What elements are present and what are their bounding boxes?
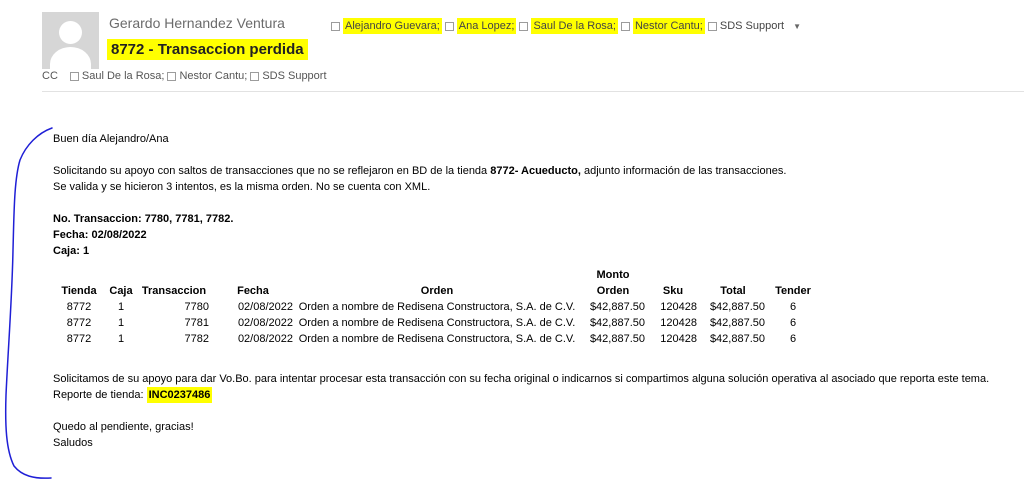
column-header: Sku [662, 285, 684, 297]
closing-regards: Saludos [53, 437, 93, 449]
table-cell: 6 [789, 301, 797, 313]
table-row: 8772 1 7780 02/08/2022 Orden a nombre de… [53, 299, 819, 315]
recipient-checkbox-icon [331, 21, 340, 31]
email-subject: 8772 - Transaccion perdida [107, 39, 308, 60]
recipient-alejandro[interactable]: Alejandro Guevara; [331, 18, 442, 34]
recipient-name: Saul De la Rosa; [531, 18, 618, 34]
column-header: Monto Orden [596, 269, 630, 297]
body-paragraph-2: Se valida y se hicieron 3 intentos, es l… [53, 181, 431, 193]
table-cell: 8772 [66, 333, 92, 345]
store-report: Reporte de tienda: INC0237486 [53, 387, 213, 403]
recipient-checkbox-icon [444, 21, 454, 31]
recipient-checkbox-icon [620, 21, 630, 31]
sender-name[interactable]: Gerardo Hernandez Ventura [109, 15, 285, 31]
table-cell: $42,887.50 [709, 301, 765, 313]
column-header: Total [720, 285, 746, 297]
sender-avatar[interactable] [42, 12, 99, 69]
table-cell: 7782 [184, 333, 209, 345]
table-cell: 7780 [184, 301, 209, 313]
column-header: Orden [420, 285, 454, 297]
table-row: 8772 1 7781 02/08/2022 Orden a nombre de… [53, 315, 819, 331]
recipient-name: Nestor Cantu; [632, 18, 705, 34]
recipient-name: Ana Lopez; [456, 18, 517, 34]
recipient-sds-support[interactable]: SDS Support [707, 20, 785, 32]
to-recipients: Alejandro Guevara; Ana Lopez; Saul De la… [331, 18, 801, 34]
table-cell: $42,887.50 [589, 301, 645, 313]
recipient-checkbox-icon [707, 21, 717, 31]
table-cell: $42,887.50 [589, 333, 645, 345]
email-header: Gerardo Hernandez Ventura Alejandro Guev… [0, 0, 1024, 92]
table-cell: Orden a nombre de Redisena Constructora,… [298, 301, 576, 313]
table-cell: 8772 [66, 301, 92, 313]
recipient-checkbox-icon [69, 71, 79, 81]
column-header: Caja [109, 285, 133, 297]
column-header: Fecha [237, 285, 269, 297]
table-cell: Orden a nombre de Redisena Constructora,… [298, 333, 576, 345]
avatar-body-shape [50, 47, 91, 69]
column-header: Tender [775, 285, 811, 297]
recipient-saul[interactable]: Saul De la Rosa; [519, 18, 618, 34]
table-cell: 1 [117, 317, 125, 329]
cc-recipients: CC Saul De la Rosa; Nestor Cantu; SDS Su… [42, 70, 330, 82]
avatar-head-shape [59, 21, 82, 44]
table-header-row: Tienda Caja Transaccion Fecha Orden Mont… [53, 267, 819, 299]
table-cell: 6 [789, 333, 797, 345]
recipient-name: SDS Support [262, 70, 327, 82]
table-cell: 02/08/2022 [237, 301, 293, 313]
greeting: Buen día Alejandro/Ana [53, 133, 169, 145]
table-cell: 7781 [184, 317, 209, 329]
email-body: Buen día Alejandro/Ana Solicitando su ap… [53, 131, 1013, 451]
recipient-ana[interactable]: Ana Lopez; [444, 18, 517, 34]
table-cell: $42,887.50 [709, 317, 765, 329]
transaction-numbers: No. Transaccion: 7780, 7781, 7782. [53, 213, 234, 225]
recipient-name: Alejandro Guevara; [343, 18, 442, 34]
table-cell: 6 [789, 317, 797, 329]
cc-recipient-nestor[interactable]: Nestor Cantu; [167, 70, 247, 82]
closing-thanks: Quedo al pendiente, gracias! [53, 421, 194, 433]
table-cell: $42,887.50 [709, 333, 765, 345]
recipient-checkbox-icon [250, 71, 260, 81]
incident-id: INC0237486 [146, 387, 213, 403]
table-cell: 02/08/2022 [237, 317, 293, 329]
closing-request: Solicitamos de su apoyo para dar Vo.Bo. … [53, 373, 990, 385]
table-cell: 8772 [66, 317, 92, 329]
header-divider [42, 91, 1024, 92]
table-cell: $42,887.50 [589, 317, 645, 329]
cc-recipient-sds-support[interactable]: SDS Support [250, 70, 327, 82]
recipient-name: Nestor Cantu; [179, 70, 248, 82]
table-cell: 120428 [660, 301, 697, 313]
cc-recipient-saul[interactable]: Saul De la Rosa; [69, 70, 165, 82]
recipient-name: SDS Support [719, 20, 785, 32]
table-cell: 1 [117, 333, 125, 345]
table-cell: 02/08/2022 [237, 333, 293, 345]
expand-recipients-icon[interactable]: ▼ [793, 22, 801, 31]
column-header: Transaccion [141, 285, 207, 297]
cc-label: CC [42, 70, 58, 82]
transactions-table: Tienda Caja Transaccion Fecha Orden Mont… [53, 267, 819, 347]
recipient-checkbox-icon [167, 71, 177, 81]
recipient-checkbox-icon [519, 21, 529, 31]
recipient-nestor[interactable]: Nestor Cantu; [620, 18, 705, 34]
transaction-register: Caja: 1 [53, 245, 90, 257]
transaction-date: Fecha: 02/08/2022 [53, 229, 147, 241]
table-row: 8772 1 7782 02/08/2022 Orden a nombre de… [53, 331, 819, 347]
table-cell: 1 [117, 301, 125, 313]
recipient-name: Saul De la Rosa; [81, 70, 165, 82]
table-cell: 120428 [660, 333, 697, 345]
body-paragraph-1: Solicitando su apoyo con saltos de trans… [53, 165, 787, 177]
table-cell: Orden a nombre de Redisena Constructora,… [298, 317, 576, 329]
column-header: Tienda [61, 285, 97, 297]
table-cell: 120428 [660, 317, 697, 329]
